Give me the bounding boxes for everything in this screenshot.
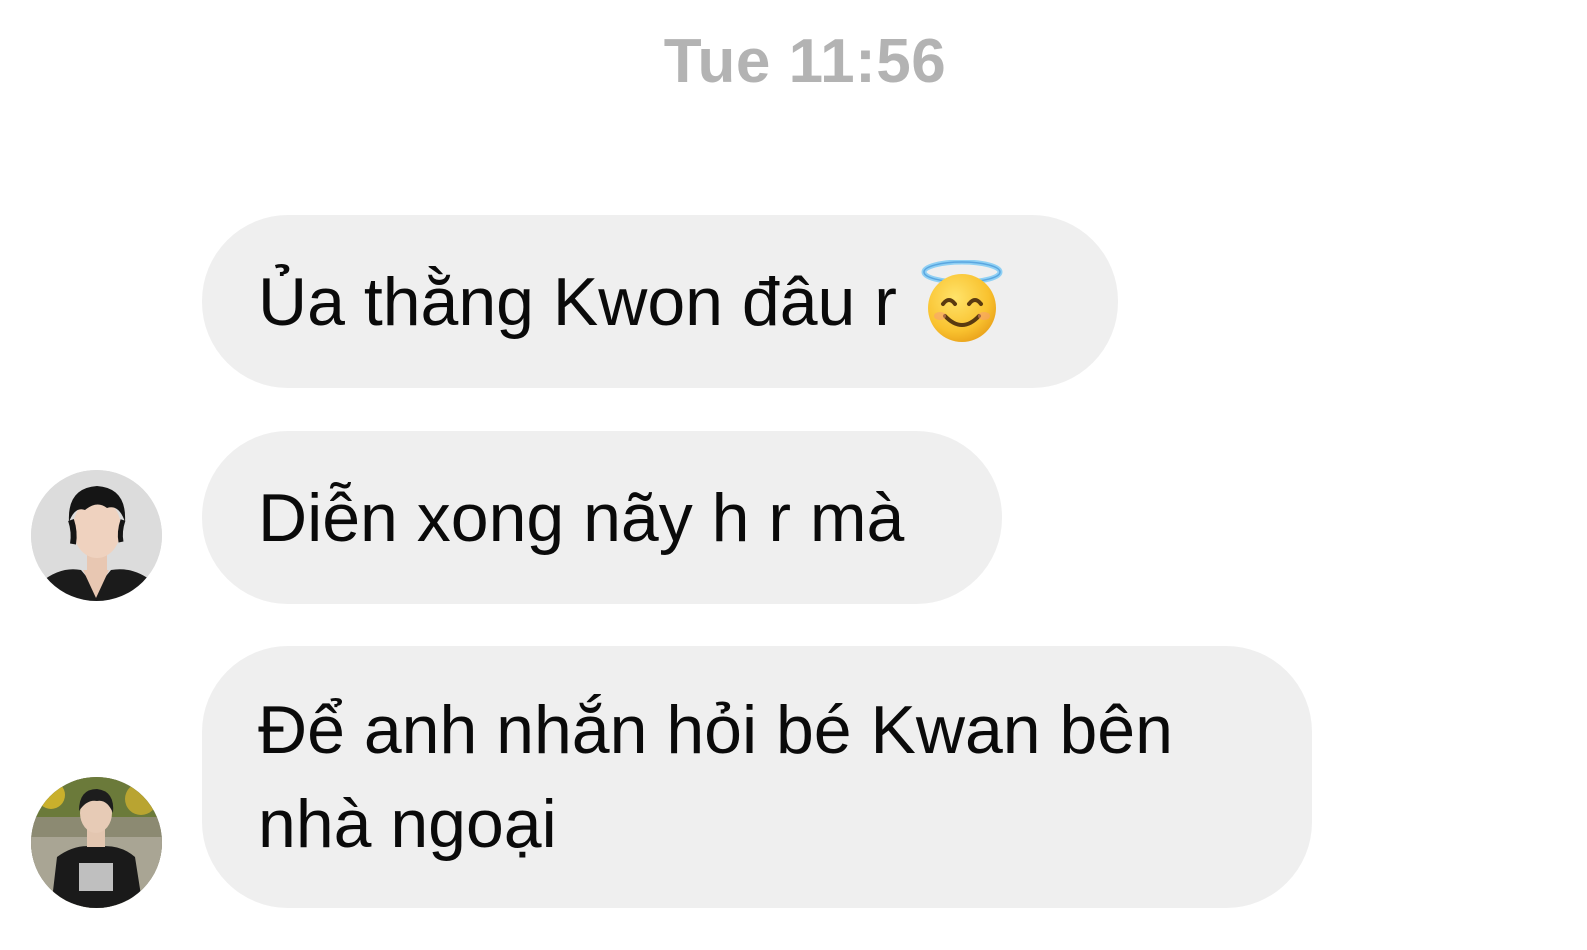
message-text: Diễn xong nãy h r mà bbox=[258, 479, 905, 556]
message-bubble[interactable]: Để anh nhắn hỏi bé Kwan bên nhà ngoại bbox=[202, 646, 1312, 908]
avatar[interactable] bbox=[31, 777, 162, 908]
message-bubble[interactable]: Diễn xong nãy h r mà bbox=[202, 431, 1002, 604]
message-bubble[interactable]: Ủa thằng Kwon đâu r bbox=[202, 215, 1118, 388]
avatar[interactable] bbox=[31, 470, 162, 601]
message-timestamp: Tue 11:56 bbox=[663, 27, 947, 96]
message-text: Ủa thằng Kwon đâu r bbox=[258, 263, 897, 340]
message-text: Để anh nhắn hỏi bé Kwan bên nhà ngoại bbox=[258, 692, 1173, 862]
smiling-face-with-halo-icon bbox=[921, 259, 1003, 344]
